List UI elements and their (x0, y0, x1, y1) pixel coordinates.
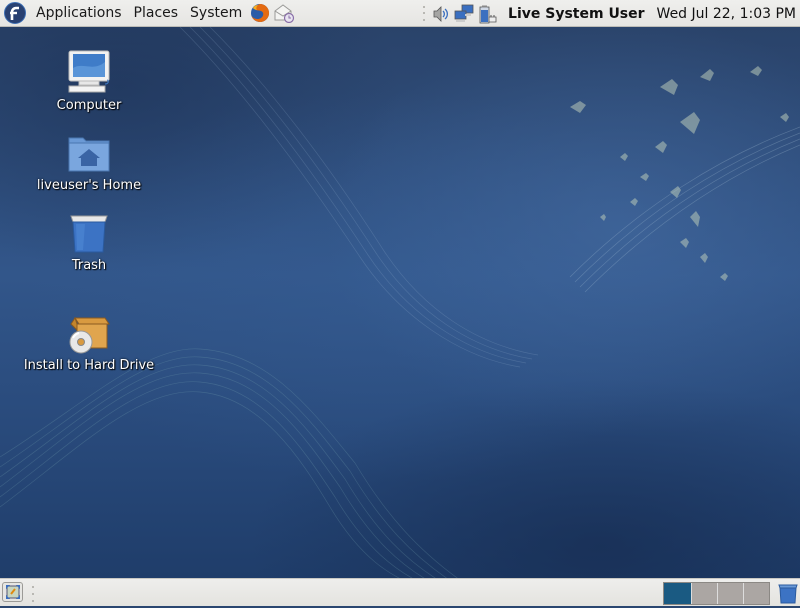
trash-icon (65, 208, 113, 256)
desktop-icon-trash[interactable]: Trash (14, 208, 164, 273)
menu-applications[interactable]: Applications (30, 0, 128, 27)
desktop-icon-home[interactable]: liveuser's Home (14, 128, 164, 193)
home-folder-icon (65, 128, 113, 176)
user-switcher[interactable]: Live System User (508, 6, 645, 22)
fedora-logo-icon[interactable] (0, 0, 30, 27)
volume-icon (433, 5, 449, 22)
network-button[interactable] (452, 0, 476, 27)
panel-handle[interactable] (422, 4, 426, 24)
mail-icon (274, 4, 295, 23)
menu-system[interactable]: System (184, 0, 248, 27)
firefox-icon (251, 3, 270, 22)
power-button[interactable] (476, 0, 500, 27)
firefox-launcher[interactable] (248, 0, 272, 27)
volume-button[interactable] (430, 0, 452, 27)
desktop-icon-label: Install to Hard Drive (23, 358, 155, 373)
bottom-panel (0, 578, 800, 606)
trash-applet[interactable] (777, 582, 799, 608)
workspace-switcher (663, 582, 770, 605)
clock[interactable]: Wed Jul 22, 1:03 PM (657, 6, 796, 22)
workspace-2[interactable] (691, 583, 717, 604)
top-panel-right: Live System User Wed Jul 22, 1:03 PM (418, 0, 800, 27)
menu-places[interactable]: Places (128, 0, 185, 27)
desktop-icon-computer[interactable]: Computer (14, 48, 164, 113)
desktop-icon-install[interactable]: Install to Hard Drive (14, 308, 164, 373)
workspace-3[interactable] (717, 583, 743, 604)
trash-icon (778, 584, 798, 604)
show-desktop-icon (5, 585, 20, 599)
workspace-4[interactable] (743, 583, 769, 604)
computer-icon (65, 48, 113, 96)
desktop-icon-label: Trash (71, 258, 107, 273)
panel-handle[interactable] (31, 584, 35, 604)
network-icon (454, 4, 474, 22)
desktop-icon-label: Computer (56, 98, 122, 113)
top-panel: Applications Places System Live System U… (0, 0, 800, 27)
battery-power-icon (479, 5, 497, 23)
show-desktop-button[interactable] (2, 582, 23, 602)
workspace-1[interactable] (664, 583, 691, 604)
mail-launcher[interactable] (272, 0, 296, 27)
install-icon (65, 308, 113, 356)
desktop-icon-label: liveuser's Home (36, 178, 142, 193)
